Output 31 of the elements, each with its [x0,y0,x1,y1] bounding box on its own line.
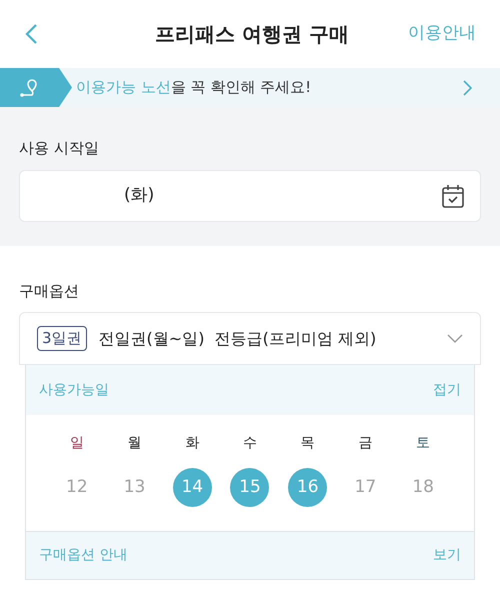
page-title: 프리패스 여행권 구매 [154,21,350,48]
calendar-day: 12 [57,468,96,507]
weekday-label: 금 [358,434,372,453]
weekday-label: 화 [185,434,200,453]
purchase-option-label: 구매옵션 [19,280,80,302]
calendar-day: 18 [404,468,443,507]
start-date-value: (화) [124,184,156,207]
calendar-day: 14 [172,468,212,507]
weekday-label: 일 [70,434,84,453]
chevron-right-icon [463,80,472,96]
calendar-day: 13 [115,468,154,507]
weekday-label: 월 [128,434,142,453]
pass-badge: 3일권 [37,326,87,351]
weekday-label: 수 [242,434,257,453]
route-notice-banner[interactable]: 이용가능 노선을 꼭 확인해 주세요! [0,68,500,107]
chevron-down-icon [447,334,463,343]
available-days-title: 사용가능일 [39,380,109,400]
calendar-icon [442,184,464,208]
start-date-label: 사용 시작일 [19,138,100,159]
calendar-day: 17 [346,468,385,507]
option-guide-title: 구매옵션 안내 [39,546,128,565]
weekday-label: 목 [300,434,315,453]
start-date-field[interactable]: (화) [19,170,481,222]
purchase-option-dropdown[interactable]: 3일권 전일권(월~일) 전등급(프리미엄 제외) [19,312,481,365]
calendar-day: 15 [230,468,270,507]
weekday-label: 토 [416,434,430,453]
notice-text: 을 꼭 확인해 주세요! [170,77,312,98]
calendar-day: 16 [288,468,328,507]
purchase-option-value: 전일권(월~일) 전등급(프리미엄 제외) [98,328,378,350]
notice-highlight: 이용가능 노선 [76,77,171,98]
back-icon [24,23,38,45]
